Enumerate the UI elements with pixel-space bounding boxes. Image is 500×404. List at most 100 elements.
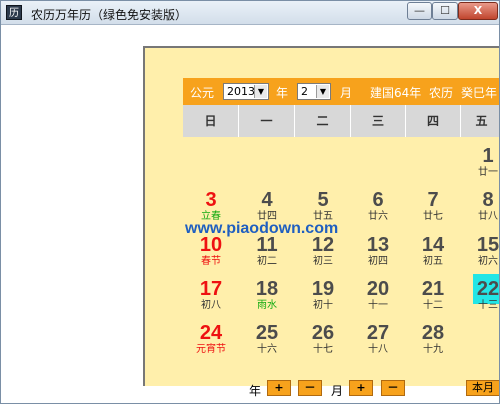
lunar-date: 初八 xyxy=(201,300,221,311)
lunar-year: 癸巳年 xyxy=(461,86,498,100)
day-number: 27 xyxy=(366,322,390,344)
this-month-button[interactable]: 本月 xyxy=(466,380,499,396)
lunar-date: 十三 xyxy=(478,300,498,311)
day-number: 25 xyxy=(255,322,279,344)
day-number: 7 xyxy=(427,189,439,211)
day-number: 15 xyxy=(476,234,500,256)
minimize-button[interactable]: — xyxy=(407,2,432,20)
footer-year-label: 年 xyxy=(249,384,262,398)
weekday-mon: 一 xyxy=(239,105,295,137)
lunar-date: 十七 xyxy=(313,344,333,355)
close-button[interactable]: X xyxy=(458,2,498,20)
year-unit: 年 xyxy=(276,86,289,100)
day-number: 4 xyxy=(261,189,273,211)
day-cell[interactable]: 14 初五 xyxy=(405,234,461,268)
day-number: 20 xyxy=(366,278,390,300)
day-number: 12 xyxy=(311,234,335,256)
lunar-label: 农历 xyxy=(429,86,454,100)
day-number: 28 xyxy=(421,322,445,344)
lunar-date: 十八 xyxy=(368,344,388,355)
day-number: 18 xyxy=(255,278,279,300)
maximize-button[interactable]: ☐ xyxy=(432,2,458,20)
lunar-date: 十六 xyxy=(257,344,277,355)
day-cell-today[interactable]: 22 十三 xyxy=(460,278,500,312)
chevron-down-icon[interactable]: ▼ xyxy=(254,85,267,98)
lunar-date: 十九 xyxy=(423,344,443,355)
window-title: 农历万年历（绿色免安装版） xyxy=(31,8,188,22)
calendar-header: 公元 2013 ▼ 年 2 ▼ 月 建国64年 农历 癸巳年 xyxy=(183,78,499,105)
day-cell[interactable]: 26 十七 xyxy=(295,322,351,356)
year-plus-button[interactable]: + xyxy=(267,380,291,396)
lunar-date: 雨水 xyxy=(257,300,277,311)
lunar-date: 廿七 xyxy=(423,211,443,222)
weekday-header: 日 一 二 三 四 五 xyxy=(183,105,499,137)
lunar-date: 十一 xyxy=(368,300,388,311)
month-plus-button[interactable]: + xyxy=(349,380,373,396)
day-number: 24 xyxy=(199,322,223,344)
lunar-date: 春节 xyxy=(201,256,221,267)
day-cell[interactable]: 24 元宵节 xyxy=(183,322,239,356)
month-select-value: 2 xyxy=(301,85,308,98)
weekday-sun: 日 xyxy=(183,105,239,137)
day-cell[interactable]: 12 初三 xyxy=(295,234,351,268)
app-window: 历 农历万年历（绿色免安装版） — ☐ X 公元 2013 ▼ 年 2 ▼ 月 … xyxy=(0,0,500,404)
day-number: 13 xyxy=(366,234,390,256)
day-number: 14 xyxy=(421,234,445,256)
ming-guo-year: 建国64年 xyxy=(370,86,422,100)
lunar-date: 廿八 xyxy=(478,211,498,222)
calendar-icon: 历 xyxy=(6,5,22,20)
weekday-wed: 三 xyxy=(351,105,406,137)
day-cell[interactable]: 10 春节 xyxy=(183,234,239,268)
day-number: 26 xyxy=(311,322,335,344)
day-number: 11 xyxy=(256,234,278,256)
day-cell[interactable]: 3 立春 xyxy=(183,189,239,223)
day-cell[interactable]: 19 初十 xyxy=(295,278,351,312)
lunar-date: 十二 xyxy=(423,300,443,311)
lunar-date: 廿六 xyxy=(368,211,388,222)
day-cell[interactable]: 27 十八 xyxy=(350,322,406,356)
lunar-date: 初四 xyxy=(368,256,388,267)
day-number: 17 xyxy=(199,278,223,300)
weekday-tue: 二 xyxy=(295,105,351,137)
chevron-down-icon[interactable]: ▼ xyxy=(316,85,329,98)
year-minus-button[interactable]: － xyxy=(298,380,322,396)
weekday-thu: 四 xyxy=(406,105,461,137)
day-number: 10 xyxy=(199,234,223,256)
day-number: 22 xyxy=(476,278,500,300)
day-cell[interactable]: 21 十二 xyxy=(405,278,461,312)
day-cell[interactable]: 11 初二 xyxy=(239,234,295,268)
lunar-date: 廿一 xyxy=(478,167,498,178)
weekday-fri: 五 xyxy=(461,105,499,137)
lunar-date: 初六 xyxy=(478,256,498,267)
lunar-date: 元宵节 xyxy=(196,344,226,355)
month-minus-button[interactable]: － xyxy=(381,380,405,396)
day-cell[interactable]: 20 十一 xyxy=(350,278,406,312)
day-number: 19 xyxy=(311,278,335,300)
title-bar[interactable]: 历 农历万年历（绿色免安装版） — ☐ X xyxy=(1,1,499,25)
day-cell[interactable]: 7 廿七 xyxy=(405,189,461,223)
day-cell[interactable]: 13 初四 xyxy=(350,234,406,268)
day-number: 8 xyxy=(482,189,494,211)
day-cell[interactable]: 5 廿五 xyxy=(295,189,351,223)
year-select[interactable]: 2013 ▼ xyxy=(223,83,269,100)
day-cell[interactable]: 8 廿八 xyxy=(460,189,499,223)
day-cell[interactable]: 25 十六 xyxy=(239,322,295,356)
day-number: 6 xyxy=(372,189,384,211)
lunar-date: 初二 xyxy=(257,256,277,267)
day-number: 21 xyxy=(421,278,445,300)
month-select[interactable]: 2 ▼ xyxy=(297,83,331,100)
month-unit: 月 xyxy=(340,86,353,100)
day-cell[interactable]: 15 初六 xyxy=(460,234,500,268)
lunar-date: 初十 xyxy=(313,300,333,311)
day-cell[interactable]: 17 初八 xyxy=(183,278,239,312)
day-cell[interactable]: 28 十九 xyxy=(405,322,461,356)
day-cell[interactable]: 4 廿四 xyxy=(239,189,295,223)
day-number: 5 xyxy=(317,189,329,211)
era-label: 公元 xyxy=(190,86,215,100)
day-cell[interactable]: 6 廿六 xyxy=(350,189,406,223)
lunar-date: 初五 xyxy=(423,256,443,267)
day-cell[interactable]: 18 雨水 xyxy=(239,278,295,312)
year-select-value: 2013 xyxy=(227,85,255,98)
footer-month-label: 月 xyxy=(331,384,344,398)
day-cell[interactable]: 1 廿一 xyxy=(460,145,499,179)
